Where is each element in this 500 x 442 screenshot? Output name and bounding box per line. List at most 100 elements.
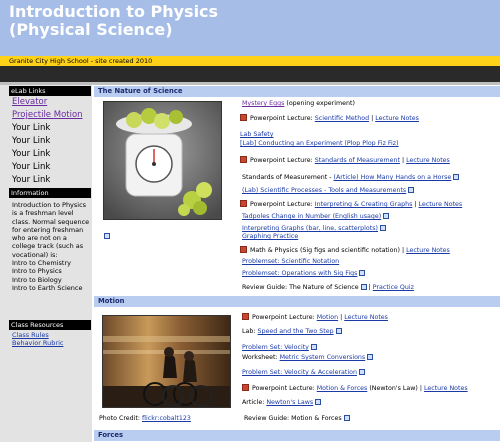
motion-item-ppt-motion: Powerpoint Lecture: Motion | Lecture Not… [242,313,388,321]
external-link-icon[interactable] [310,344,317,350]
lecture-notes-link[interactable]: Lecture Notes [375,115,419,122]
newtons-laws-link[interactable]: Newton's Laws [266,399,313,406]
graphing-practice-link[interactable]: Graphing Practice [242,233,298,240]
motion-lecture-link[interactable]: Motion [317,314,338,321]
science-item-ppt-scientific-method: Powerpoint Lecture: Scientific Method | … [240,114,419,122]
graphs-link[interactable]: Interpreting & Creating Graphs [315,201,413,208]
external-link-icon[interactable] [380,225,386,231]
sidebar-your-link[interactable]: Your Link [12,175,50,185]
newtons-law-note: (Newton's Law) [367,385,418,392]
powerpoint-icon [240,246,247,253]
site-subtitle: Granite City High School - site created … [9,57,153,65]
scientific-method-link[interactable]: Scientific Method [315,115,369,122]
motion-item-worksheet: Worksheet: Metric System Conversions [242,354,374,361]
motion-item-problem-velocity: Problem Set: Velocity [242,344,317,351]
science-item-interpreting-graphs: Interpreting Graphs (bar, line, scatterp… [242,225,386,232]
ppt-label: Powerpoint Lecture: [250,157,315,164]
science-item-math-physics: Math & Physics (Sig figs and scientific … [240,246,450,254]
review-guide-label: Review Guide: Motion & Forces [244,415,342,422]
external-link-icon[interactable] [104,233,110,239]
problemset-sigfigs-link[interactable]: Problemset: Operations with Sig Figs [242,270,357,277]
problem-vel-acc-link[interactable]: Problem Set: Velocity & Acceleration [242,369,357,376]
lecture-notes-link[interactable]: Lecture Notes [418,201,462,208]
lab-experiment-link[interactable]: [Lab] Conducting an Experiment (Plop Plo… [240,140,399,147]
sidebar-link-elevator[interactable]: Elevator [12,97,47,107]
science-item-standards-article: Standards of Measurement - (Article) How… [242,174,460,181]
info-sequence-item: Intro to Earth Science [12,283,83,292]
motion-item-review: Review Guide: Motion & Forces [244,415,350,422]
science-item-problemset-notation: Problemset: Scientific Notation [242,258,339,265]
sidebar-info-text: Introduction to Physics is a freshman le… [12,201,90,292]
page-title-line2: (Physical Science) [9,20,173,39]
sidebar-link-projectile-motion[interactable]: Projectile Motion [12,110,83,120]
math-physics-label: Math & Physics (Sig figs and scientific … [250,247,400,254]
powerpoint-icon [240,114,247,121]
problem-velocity-link[interactable]: Problem Set: Velocity [242,344,309,351]
sidebar-heading-information: Information [9,188,91,198]
external-link-icon[interactable] [315,399,322,405]
section-heading-forces: Forces [94,430,500,441]
external-link-icon[interactable] [359,270,366,276]
standards-of-measurement-link[interactable]: Standards of Measurement [315,157,400,164]
ppt-label: Powerpoint Lecture: [250,115,315,122]
section-heading-motion: Motion [94,296,500,307]
external-link-icon[interactable] [358,369,365,375]
motion-forces-link[interactable]: Motion & Forces [317,385,368,392]
lecture-notes-link[interactable]: Lecture Notes [344,314,388,321]
sidebar-your-link[interactable]: Your Link [12,162,50,172]
lecture-notes-link[interactable]: Lecture Notes [406,247,450,254]
science-item-lab-safety: Lab Safety [240,131,274,138]
lab-processes-link[interactable]: (Lab) Scientific Processes - Tools and M… [242,187,406,194]
sidebar-link-class-rules[interactable]: Class Rules [12,331,49,339]
info-sequence-item: Intro to Physics [12,267,62,276]
metric-conversions-link[interactable]: Metric System Conversions [280,354,366,361]
speed-two-step-link[interactable]: Speed and the Two Step [258,328,334,335]
scale-photo [103,101,222,220]
science-item-lab-experiment: [Lab] Conducting an Experiment (Plop Plo… [240,140,399,147]
science-item-lab-processes: (Lab) Scientific Processes - Tools and M… [242,187,415,194]
cyclists-photo [102,315,231,408]
science-item-mystery-eggs: Mystery Eggs (opening experiment) [242,100,355,107]
science-item-tadpoles: Tadpoles Change in Number (English usage… [242,213,390,220]
article-label: Article: [242,399,267,406]
interpreting-graphs-link[interactable]: Interpreting Graphs (bar, line, scatterp… [242,225,378,232]
sidebar-your-link[interactable]: Your Link [12,136,50,146]
sidebar-link-behavior-rubric[interactable]: Behavior Rubric [12,339,63,347]
science-item-ppt-standards: Powerpoint Lecture: Standards of Measure… [240,156,450,164]
info-sequence-item: Intro to Chemistry [12,259,71,268]
info-sequence-item: Intro to Biology [12,275,62,284]
standards-label: Standards of Measurement - [242,174,334,181]
practice-quiz-link[interactable]: Practice Quiz [373,284,414,291]
mystery-eggs-note: (opening experiment) [284,100,355,107]
motion-item-lab: Lab: Speed and the Two Step [242,328,342,335]
horse-article-link[interactable]: (Article) How Many Hands on a Horse [334,174,452,181]
sidebar-your-link[interactable]: Your Link [12,123,50,133]
motion-item-article: Article: Newton's Laws [242,399,322,406]
external-link-icon[interactable] [383,213,390,219]
science-item-graphing-practice: Graphing Practice [242,233,298,240]
sidebar-heading-resources: Class Resources [9,320,91,330]
external-link-icon[interactable] [367,354,374,360]
external-link-icon[interactable] [453,174,460,180]
photo-credit-link[interactable]: flickr:cobalt123 [142,415,191,422]
worksheet-label: Worksheet: [242,354,280,361]
powerpoint-icon [242,313,249,320]
info-paragraph: Introduction to Physics is a freshman le… [12,201,90,259]
lecture-notes-link[interactable]: Lecture Notes [406,157,450,164]
sidebar-your-link[interactable]: Your Link [12,149,50,159]
external-link-icon[interactable] [343,415,350,421]
problemset-notation-link[interactable]: Problemset: Scientific Notation [242,258,339,265]
ppt-label: Powerpoint Lecture: [252,314,317,321]
science-item-ppt-graphs: Powerpoint Lecture: Interpreting & Creat… [240,200,462,208]
mystery-eggs-link[interactable]: Mystery Eggs [242,100,284,107]
tadpoles-link[interactable]: Tadpoles Change in Number (English usage… [242,213,381,220]
external-link-icon[interactable] [408,187,415,193]
external-link-icon[interactable] [335,328,342,334]
lab-label: Lab: [242,328,258,335]
lecture-notes-link[interactable]: Lecture Notes [424,385,468,392]
powerpoint-icon [242,384,249,391]
sidebar-heading-elab: eLab Links [9,86,91,96]
motion-item-problem-vel-acc: Problem Set: Velocity & Acceleration [242,369,365,376]
photo-credit-label: Photo Credit: [99,415,143,422]
lab-safety-link[interactable]: Lab Safety [240,131,274,138]
